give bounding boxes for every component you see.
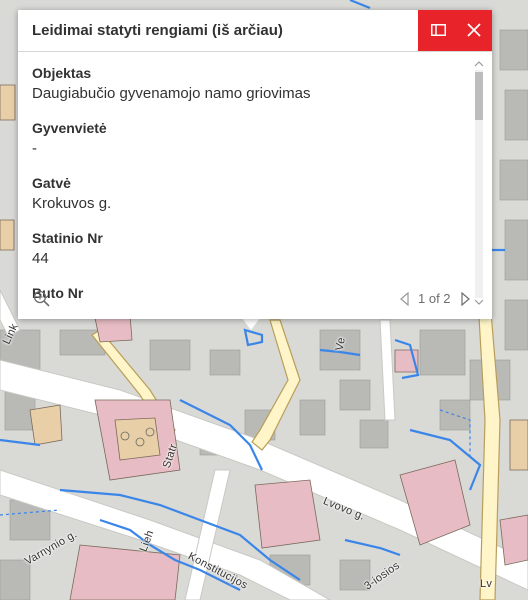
scroll-up-icon[interactable] [474,60,484,68]
field-statinio-nr: Statinio Nr 44 [32,230,103,267]
dock-button[interactable] [420,10,457,51]
popup-actions [418,10,492,51]
close-icon [467,23,481,37]
pager-text: 1 of 2 [418,291,451,306]
field-value: - [32,140,37,157]
field-label: Objektas [32,65,92,81]
popup-header: Leidimai statyti rengiami (iš arčiau) [18,10,492,52]
street-label-lv: Lv [480,578,493,590]
popup-pointer [242,318,260,330]
field-value: 44 [32,250,49,267]
field-value: Krokuvos g. [32,195,112,212]
feature-pager: 1 of 2 [396,288,476,310]
field-label: Gatvė [32,175,71,191]
field-objektas: Objektas Daugiabučio gyvenamojo namo gri… [32,65,310,102]
feature-popup: Leidimai statyti rengiami (iš arčiau) Ob… [18,10,492,319]
field-gatve: Gatvė Krokuvos g. [32,175,111,212]
field-gyvenviete: Gyvenvietė - [32,120,107,157]
scroll-thumb[interactable] [475,72,483,120]
chevron-left-icon[interactable] [398,292,412,306]
zoom-to-button[interactable] [33,290,51,308]
field-label: Gyvenvietė [32,120,107,136]
popup-title: Leidimai statyti rengiami (iš arčiau) [32,22,283,39]
street-label-ve: Ve [333,336,348,352]
close-button[interactable] [456,10,493,51]
popup-scrollbar[interactable] [472,58,486,306]
zoom-to-icon [33,290,50,307]
field-label: Statinio Nr [32,230,103,246]
field-value: Daugiabučio gyvenamojo namo griovimas [32,85,311,102]
popup-content[interactable]: Objektas Daugiabučio gyvenamojo namo gri… [18,52,492,302]
chevron-right-icon[interactable] [458,292,472,306]
dock-icon [431,24,446,36]
